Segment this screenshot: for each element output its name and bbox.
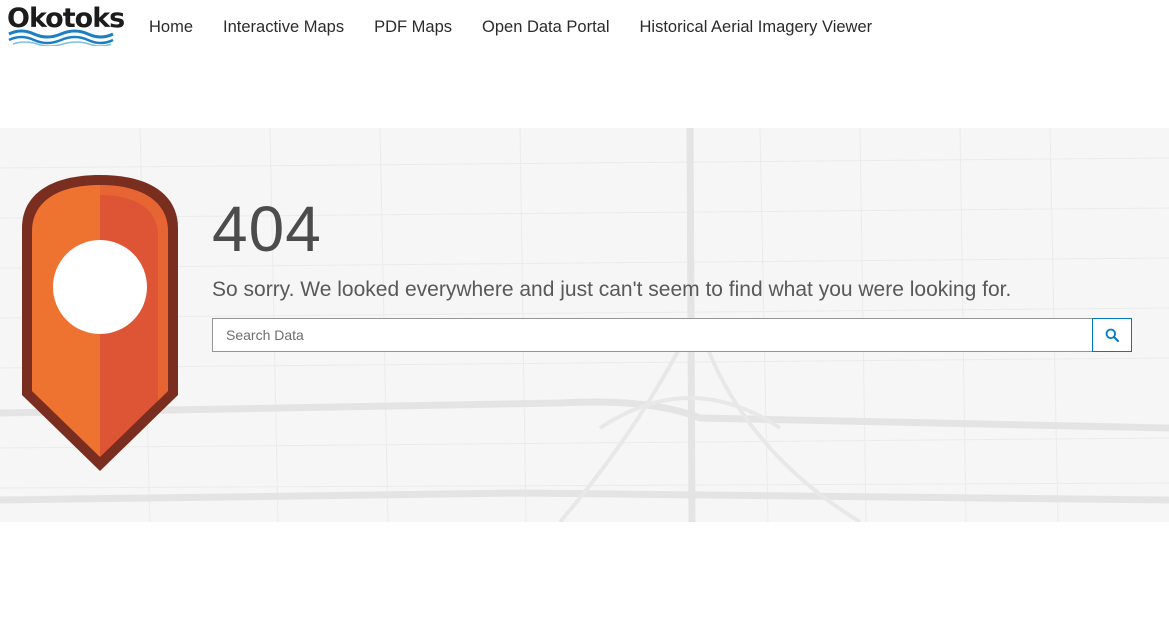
main-nav: Home Interactive Maps PDF Maps Open Data…	[149, 16, 902, 38]
nav-historical-aerial-imagery-viewer[interactable]: Historical Aerial Imagery Viewer	[640, 16, 873, 38]
map-pin-icon	[22, 175, 178, 471]
nav-interactive-maps[interactable]: Interactive Maps	[223, 16, 344, 38]
nav-home[interactable]: Home	[149, 16, 193, 38]
logo-waves-icon	[8, 29, 114, 46]
search-icon	[1105, 328, 1119, 342]
search-button[interactable]	[1092, 318, 1132, 352]
site-header: Okotoks Home Interactive Maps PDF Maps O…	[0, 0, 1169, 56]
error-message: So sorry. We looked everywhere and just …	[212, 278, 1012, 301]
nav-open-data-portal[interactable]: Open Data Portal	[482, 16, 610, 38]
okotoks-logo[interactable]: Okotoks	[7, 4, 125, 46]
error-code: 404	[212, 193, 322, 265]
nav-pdf-maps[interactable]: PDF Maps	[374, 16, 452, 38]
search-input[interactable]	[212, 318, 1092, 352]
search-bar	[212, 318, 1132, 352]
